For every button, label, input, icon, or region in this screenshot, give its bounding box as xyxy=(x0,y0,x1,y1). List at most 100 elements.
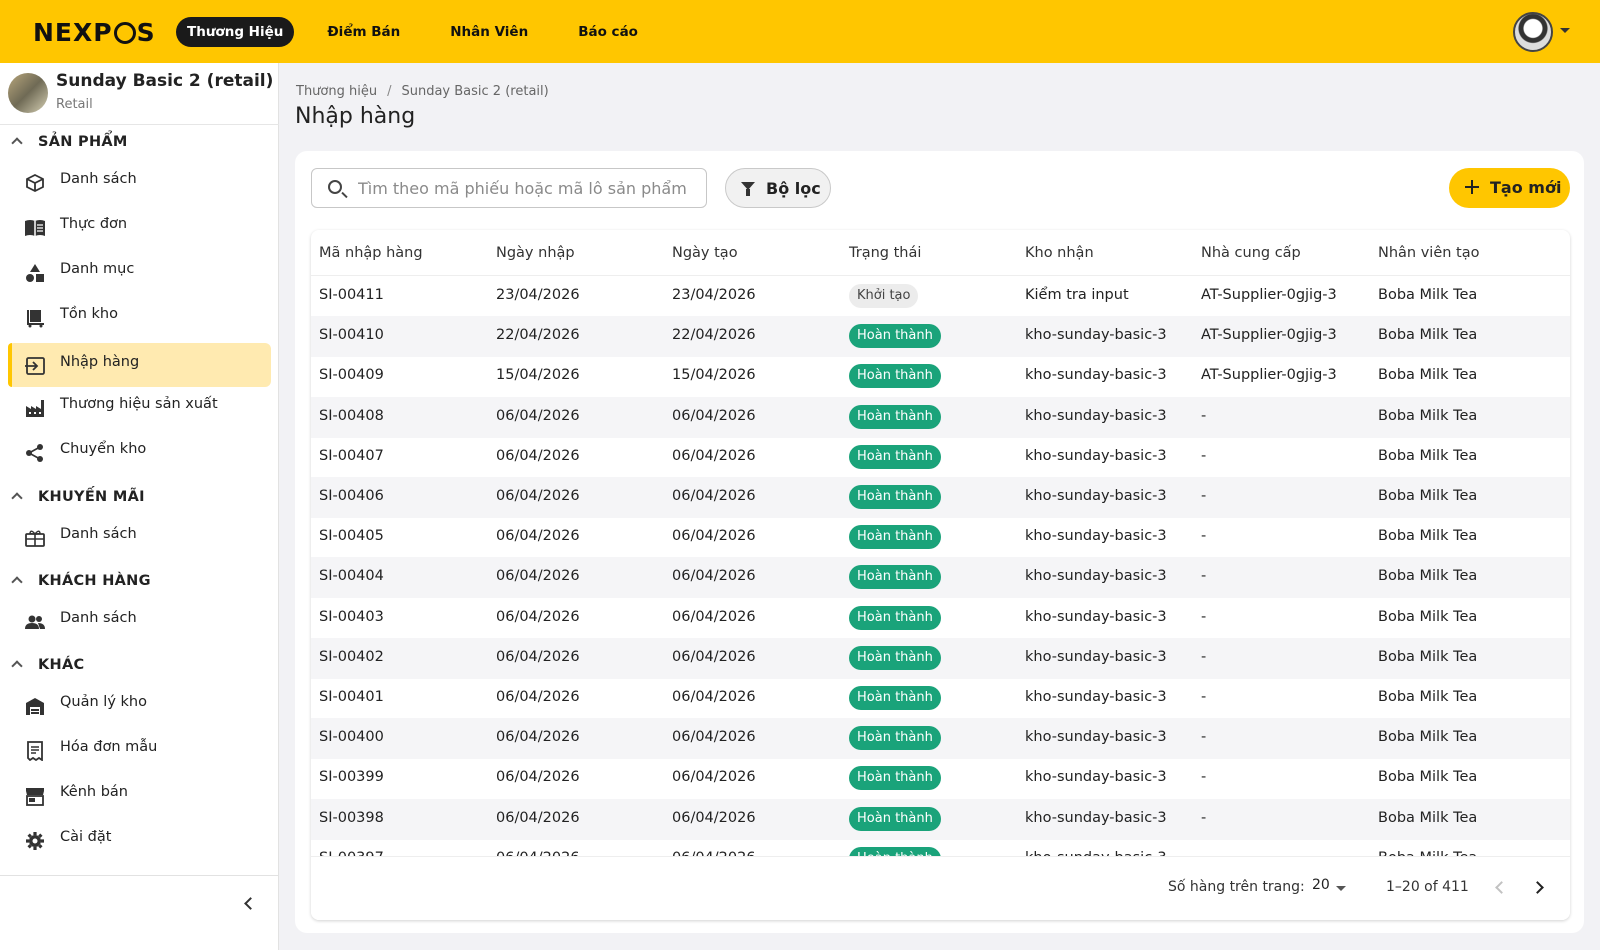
chevron-down-icon[interactable] xyxy=(1560,28,1570,33)
status-badge: Khởi tạo xyxy=(849,284,919,308)
table-row[interactable]: SI-00400 06/04/2026 06/04/2026 Hoàn thành kh… xyxy=(311,718,1570,760)
sidebar-item-product-list[interactable]: Danh sách xyxy=(8,160,271,204)
sidebar-item-transfer[interactable]: Chuyển kho xyxy=(8,430,271,474)
created-date: 06/04/2026 xyxy=(672,447,756,464)
user-avatar[interactable] xyxy=(1513,12,1553,52)
table-row[interactable]: SI-00411 23/04/2026 23/04/2026 Khởi tạo Kiểm… xyxy=(311,276,1570,317)
chevron-down-icon[interactable] xyxy=(1336,886,1346,891)
status-badge: Hoàn thành xyxy=(849,324,941,349)
section-customers[interactable]: KHÁCH HÀNG xyxy=(0,569,279,595)
section-products[interactable]: SẢN PHẨM xyxy=(0,130,279,156)
nav-staff[interactable]: Nhân Viên xyxy=(439,17,539,47)
import-code: SI-00405 xyxy=(319,528,384,545)
column-header[interactable]: Ngày tạo xyxy=(672,245,738,261)
section-other[interactable]: KHÁC xyxy=(0,653,279,679)
created-date: 06/04/2026 xyxy=(672,488,756,504)
sidebar-item-import[interactable]: Nhập hàng xyxy=(8,343,271,387)
table-row[interactable]: SI-00404 06/04/2026 06/04/2026 Hoàn thành kh… xyxy=(311,557,1570,599)
sidebar-item-settings[interactable]: Cài đặt xyxy=(8,818,271,862)
table-row[interactable]: SI-00408 06/04/2026 06/04/2026 Hoàn thành kh… xyxy=(311,396,1570,438)
creator: Boba Milk Tea xyxy=(1378,287,1478,303)
receiving-warehouse: kho-sunday-basic-3 xyxy=(1025,568,1167,585)
receiving-warehouse: kho-sunday-basic-3 xyxy=(1025,689,1167,705)
import-date: 06/04/2026 xyxy=(496,769,580,786)
search-box[interactable] xyxy=(311,168,707,208)
column-header[interactable]: Nhà cung cấp xyxy=(1201,245,1301,261)
collapse-sidebar-button[interactable] xyxy=(240,895,256,911)
import-date: 06/04/2026 xyxy=(496,447,580,464)
sidebar-divider xyxy=(0,875,279,876)
nexpos-logo[interactable]: NEXP S xyxy=(33,18,156,47)
brand-name: Sunday Basic 2 (retail) xyxy=(56,71,274,91)
search-input[interactable] xyxy=(358,177,688,199)
import-date: 06/04/2026 xyxy=(496,729,580,746)
table-header: Mã nhập hàng Ngày nhập Ngày tạo Trạng th… xyxy=(311,230,1570,276)
created-date: 06/04/2026 xyxy=(672,729,756,746)
sidebar-item-label: Kênh bán xyxy=(60,784,128,800)
table-row[interactable]: SI-00401 06/04/2026 06/04/2026 Hoàn thành kh… xyxy=(311,678,1570,719)
table-row[interactable]: SI-00398 06/04/2026 06/04/2026 Hoàn thành kh… xyxy=(311,798,1570,840)
column-header[interactable]: Ngày nhập xyxy=(496,245,575,261)
brand-avatar xyxy=(8,73,48,113)
receiving-warehouse: kho-sunday-basic-3 xyxy=(1025,447,1167,464)
table-row[interactable]: SI-00403 06/04/2026 06/04/2026 Hoàn thành kh… xyxy=(311,598,1570,639)
table-row[interactable]: SI-00409 15/04/2026 15/04/2026 Hoàn thành kh… xyxy=(311,356,1570,397)
sidebar-item-label: Thương hiệu sản xuất xyxy=(60,396,218,412)
column-header[interactable]: Kho nhận xyxy=(1025,245,1094,261)
sidebar-item-customer-list[interactable]: Danh sách xyxy=(8,599,271,643)
section-promotions[interactable]: KHUYẾN MÃI xyxy=(0,485,279,511)
table-row[interactable]: SI-00407 06/04/2026 06/04/2026 Hoàn thành kh… xyxy=(311,437,1570,478)
column-header[interactable]: Trạng thái xyxy=(849,245,921,261)
import-code: SI-00406 xyxy=(319,488,384,504)
search-icon xyxy=(328,180,342,194)
table-row[interactable]: SI-00406 06/04/2026 06/04/2026 Hoàn thành kh… xyxy=(311,477,1570,518)
previous-page-button[interactable] xyxy=(1491,879,1507,895)
sidebar-item-manufacturer[interactable]: Thương hiệu sản xuất xyxy=(8,385,271,429)
filter-button[interactable]: Bộ lọc xyxy=(725,168,831,208)
nav-reports[interactable]: Báo cáo xyxy=(567,17,649,47)
gear-icon xyxy=(24,830,46,852)
import-date: 06/04/2026 xyxy=(496,528,580,545)
supplier: - xyxy=(1201,488,1207,504)
status-badge: Hoàn thành xyxy=(849,766,941,791)
import-date: 06/04/2026 xyxy=(496,648,580,665)
brand-card[interactable]: Sunday Basic 2 (retail) Retail xyxy=(0,63,279,125)
rows-per-page-select[interactable]: 20 xyxy=(1312,877,1330,893)
sidebar-item-sales-channel[interactable]: Kênh bán xyxy=(8,773,271,817)
table-row[interactable]: SI-00402 06/04/2026 06/04/2026 Hoàn thành kh… xyxy=(311,637,1570,679)
import-date: 06/04/2026 xyxy=(496,689,580,705)
nav-store[interactable]: Điểm Bán xyxy=(316,17,411,47)
create-button[interactable]: Tạo mới xyxy=(1449,168,1570,208)
sidebar-item-menu[interactable]: Thực đơn xyxy=(8,205,271,249)
supplier: - xyxy=(1201,809,1207,826)
table-row[interactable]: SI-00405 06/04/2026 06/04/2026 Hoàn thành kh… xyxy=(311,517,1570,558)
column-header[interactable]: Nhân viên tạo xyxy=(1378,245,1480,261)
next-page-button[interactable] xyxy=(1531,879,1547,895)
store-icon xyxy=(24,785,46,807)
sidebar-item-promotion-list[interactable]: Danh sách xyxy=(8,515,271,559)
nav-brand[interactable]: Thương Hiệu xyxy=(176,17,295,47)
sidebar-item-label: Danh sách xyxy=(60,171,137,187)
status-badge: Hoàn thành xyxy=(849,485,941,509)
table-row[interactable]: SI-00410 22/04/2026 22/04/2026 Hoàn thành kh… xyxy=(311,316,1570,358)
sidebar-item-invoice-template[interactable]: Hóa đơn mẫu xyxy=(8,728,271,772)
breadcrumb-brand[interactable]: Thương hiệu xyxy=(296,84,377,99)
status-badge: Hoàn thành xyxy=(849,726,941,751)
sidebar-item-category[interactable]: Danh mục xyxy=(8,250,271,294)
supplier: AT-Supplier-0gjig-3 xyxy=(1201,327,1337,344)
sidebar-item-inventory[interactable]: Tồn kho xyxy=(8,295,271,339)
import-table: Mã nhập hàng Ngày nhập Ngày tạo Trạng th… xyxy=(311,230,1570,920)
sidebar-item-warehouse[interactable]: Quản lý kho xyxy=(8,683,271,727)
breadcrumb-current[interactable]: Sunday Basic 2 (retail) xyxy=(401,84,548,99)
supplier: AT-Supplier-0gjig-3 xyxy=(1201,367,1337,384)
receiving-warehouse: Kiểm tra input xyxy=(1025,287,1129,303)
inventory-icon xyxy=(24,307,46,329)
gift-icon xyxy=(24,527,46,549)
supplier: AT-Supplier-0gjig-3 xyxy=(1201,287,1337,303)
column-header[interactable]: Mã nhập hàng xyxy=(319,245,423,261)
logo-o-icon xyxy=(113,21,136,44)
table-row[interactable]: SI-0039706/04/202606/04/2026Hoàn thànhkh… xyxy=(311,839,1570,856)
share-icon xyxy=(24,442,46,464)
table-row[interactable]: SI-00399 06/04/2026 06/04/2026 Hoàn thành kh… xyxy=(311,758,1570,799)
receiving-warehouse: kho-sunday-basic-3 xyxy=(1025,648,1167,665)
